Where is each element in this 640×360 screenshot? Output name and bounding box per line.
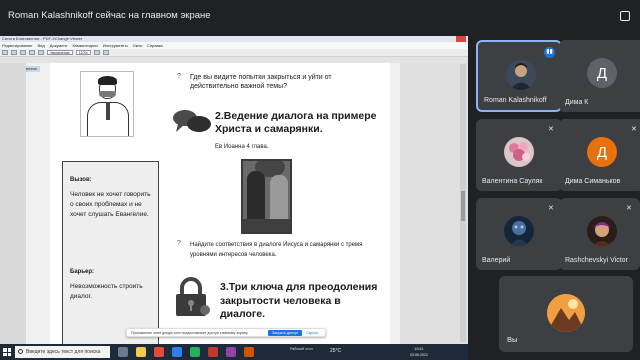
avatar [504,216,534,246]
christ-and-samaritan-painting [241,159,292,234]
question-icon: ? [177,240,181,247]
participant-name: Rashchevskyi Victor [565,257,628,264]
zoom-out-icon[interactable] [102,50,109,55]
question-icon: ? [177,73,181,80]
avatar [504,137,534,167]
avatar [587,216,617,246]
avatar: Д [587,58,617,88]
participant-tile[interactable]: ✕ Rashchevskyi Victor [559,198,640,270]
participant-tile[interactable]: Д ✕ Дима Симаньков [559,119,640,191]
app-icon[interactable] [244,347,254,357]
scripture-reference: Ев Иоанна 4 глава. [215,144,269,150]
app-icon[interactable] [226,347,236,357]
mic-off-icon: ✕ [626,205,632,212]
participant-name: Дима К [565,99,589,106]
barrier-heading: Барьер: [70,269,95,275]
app-icon[interactable] [172,347,182,357]
save-icon[interactable] [11,50,17,55]
padlock-icon [176,277,210,316]
search-icon [18,349,23,354]
menu-item[interactable]: Справка [147,42,163,49]
self-view-tile[interactable]: Вы [499,276,633,352]
mic-off-icon: ✕ [548,205,554,212]
participant-tile[interactable]: ✕ Валентина Сауляк [476,119,562,191]
speaking-indicator-icon: ▮▮ [544,47,555,58]
participant-name: Дима Симаньков [565,178,621,185]
explorer-icon[interactable] [136,347,146,357]
speech-bubbles-icon [173,110,211,132]
zoom-in-icon[interactable] [93,50,100,55]
print-icon[interactable] [20,50,26,55]
shared-screen: Сила в Благовестии - PDF-XChange Viewer … [0,36,468,344]
pinned-apps [118,347,254,357]
hide-notice-link[interactable]: Скрыть [306,329,318,337]
close-icon[interactable] [456,36,466,42]
participant-name: Roman Kalashnikoff [484,97,547,104]
presenter-bar: Roman Kalashnikoff сейчас на главном экр… [0,0,640,36]
date: 03.06.2021 [410,353,428,357]
menu-item[interactable]: Окно [133,42,142,49]
barrier-text: Невозможность строить диалог. [70,283,143,300]
heading-three-keys: 3.Три ключа для преодоления закрытости ч… [220,281,378,320]
mic-off-icon: ✕ [548,126,554,133]
forward-icon[interactable] [38,50,44,55]
stop-sharing-button[interactable]: Закрыть доступ [268,330,303,336]
layout-icon[interactable] [620,11,630,21]
avatar [506,60,536,90]
participant-name: Вы [507,335,518,344]
participant-name: Валерий [482,257,511,264]
left-panel [0,63,26,344]
man-covering-mouth-illustration [80,71,134,137]
avatar: Д [587,137,617,167]
menu-item[interactable]: Вид [37,42,44,49]
view-mode-select[interactable]: Увеличение [47,50,73,55]
back-icon[interactable] [29,50,35,55]
menu-bar: Редактирование Вид Документ Комментарии … [0,42,468,49]
right-panel [400,63,468,344]
screen-share-notice: Приложение meet.google.com предоставляет… [126,328,326,337]
open-icon[interactable] [2,50,8,55]
participant-tile[interactable]: Д Дима К [559,40,640,112]
desktop-label[interactable]: Рабочий стол [290,346,313,352]
zoom-select[interactable]: 110% [75,50,91,55]
challenge-heading: Вызов: [70,177,92,183]
menu-item[interactable]: Документ [50,42,68,49]
app-icon[interactable] [190,347,200,357]
scrollbar-thumb[interactable] [461,191,465,221]
chrome-icon[interactable] [154,347,164,357]
participant-tile[interactable]: ✕ Валерий [476,198,562,270]
avatar [547,294,585,332]
menu-item[interactable]: Редактирование [2,42,32,49]
challenge-text: Человек не хочет говорить о своих пробле… [70,191,151,218]
participant-name: Валентина Сауляк [482,178,543,185]
viewer-toolbar: Увеличение 110% [0,49,468,57]
mic-off-icon: ✕ [631,126,637,133]
menu-item[interactable]: Инструменты [103,42,128,49]
clock[interactable]: 19:41 03.06.2021 [410,346,428,358]
notice-text: Приложение meet.google.com предоставляет… [131,331,249,335]
taskbar-search[interactable]: Введите здесь текст для поиска [15,346,110,358]
windows-start-icon[interactable] [3,348,11,356]
top-controls [620,11,630,21]
question-2: Найдите соответствия в диалоге Иисуса и … [190,242,363,258]
presenter-title: Roman Kalashnikoff сейчас на главном экр… [8,10,211,21]
taskbar: Введите здесь текст для поиска Рабочий с… [0,344,468,360]
participant-tile[interactable]: ▮▮ Roman Kalashnikoff [476,40,562,112]
search-placeholder: Введите здесь текст для поиска [26,349,101,355]
menu-item[interactable]: Комментарии [72,42,97,49]
heading-dialogue: 2.Ведение диалога на примере Христа и са… [215,110,377,135]
temperature[interactable]: 25°C [330,348,341,354]
task-view-icon[interactable] [118,347,128,357]
pdf-viewer-icon[interactable] [208,347,218,357]
pdf-page: ? Где вы видите попытки закрыться и уйти… [50,63,390,344]
question-1: Где вы видите попытки закрыться и уйти о… [190,74,332,90]
